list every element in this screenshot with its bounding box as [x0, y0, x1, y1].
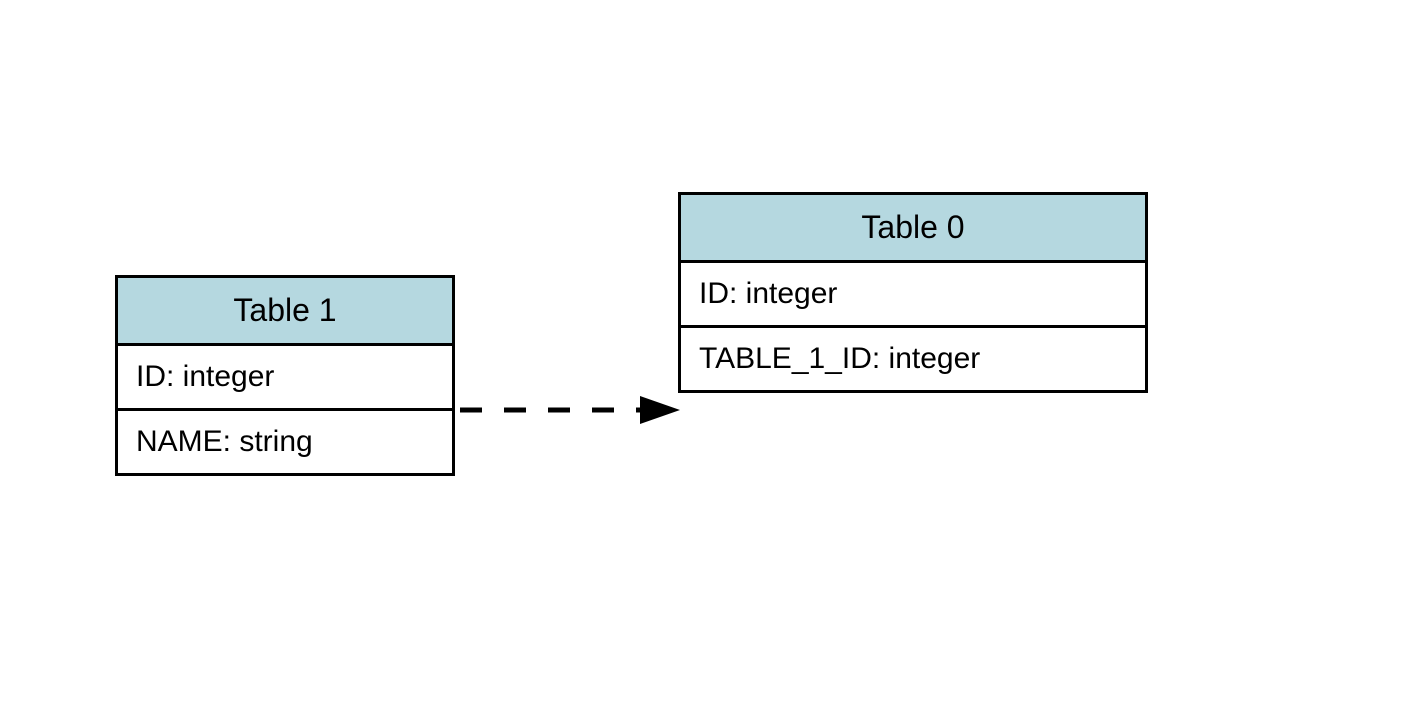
table-0-header: Table 0: [681, 195, 1145, 263]
table-1-header: Table 1: [118, 278, 452, 346]
entity-table-1: Table 1 ID: integer NAME: string: [115, 275, 455, 476]
table-1-row-id: ID: integer: [118, 346, 452, 408]
table-0-row-id: ID: integer: [681, 263, 1145, 325]
table-1-row-name: NAME: string: [118, 408, 452, 473]
entity-table-0: Table 0 ID: integer TABLE_1_ID: integer: [678, 192, 1148, 393]
table-0-row-fk: TABLE_1_ID: integer: [681, 325, 1145, 390]
relationship-arrow-icon: [455, 390, 680, 430]
